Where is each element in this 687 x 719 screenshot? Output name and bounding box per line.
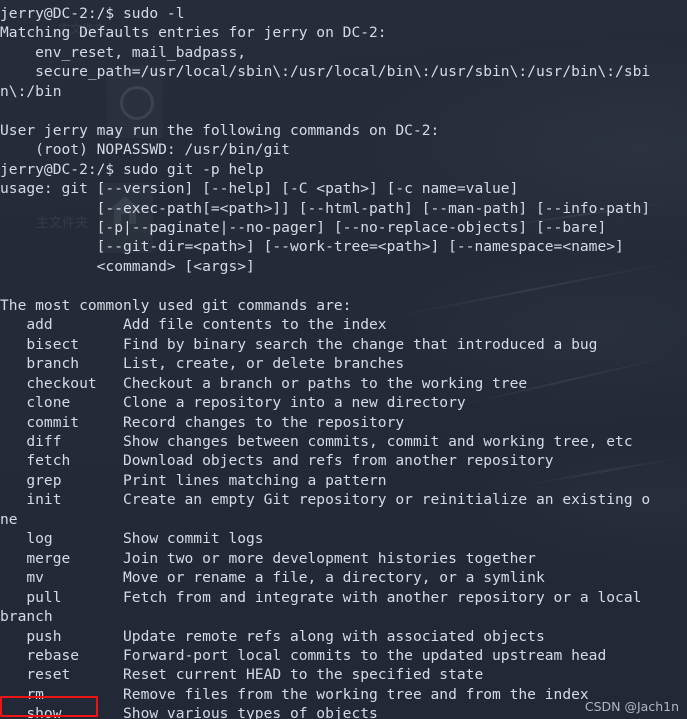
terminal-window[interactable]: 主文件夹 主文件夹 jerry@DC-2:/$ sudo -l Matching… <box>0 0 687 719</box>
csdn-watermark: CSDN @Jach1n <box>584 699 679 714</box>
terminal-screen[interactable]: jerry@DC-2:/$ sudo -l Matching Defaults … <box>0 0 687 719</box>
terminal-output: jerry@DC-2:/$ sudo -l Matching Defaults … <box>0 5 651 719</box>
